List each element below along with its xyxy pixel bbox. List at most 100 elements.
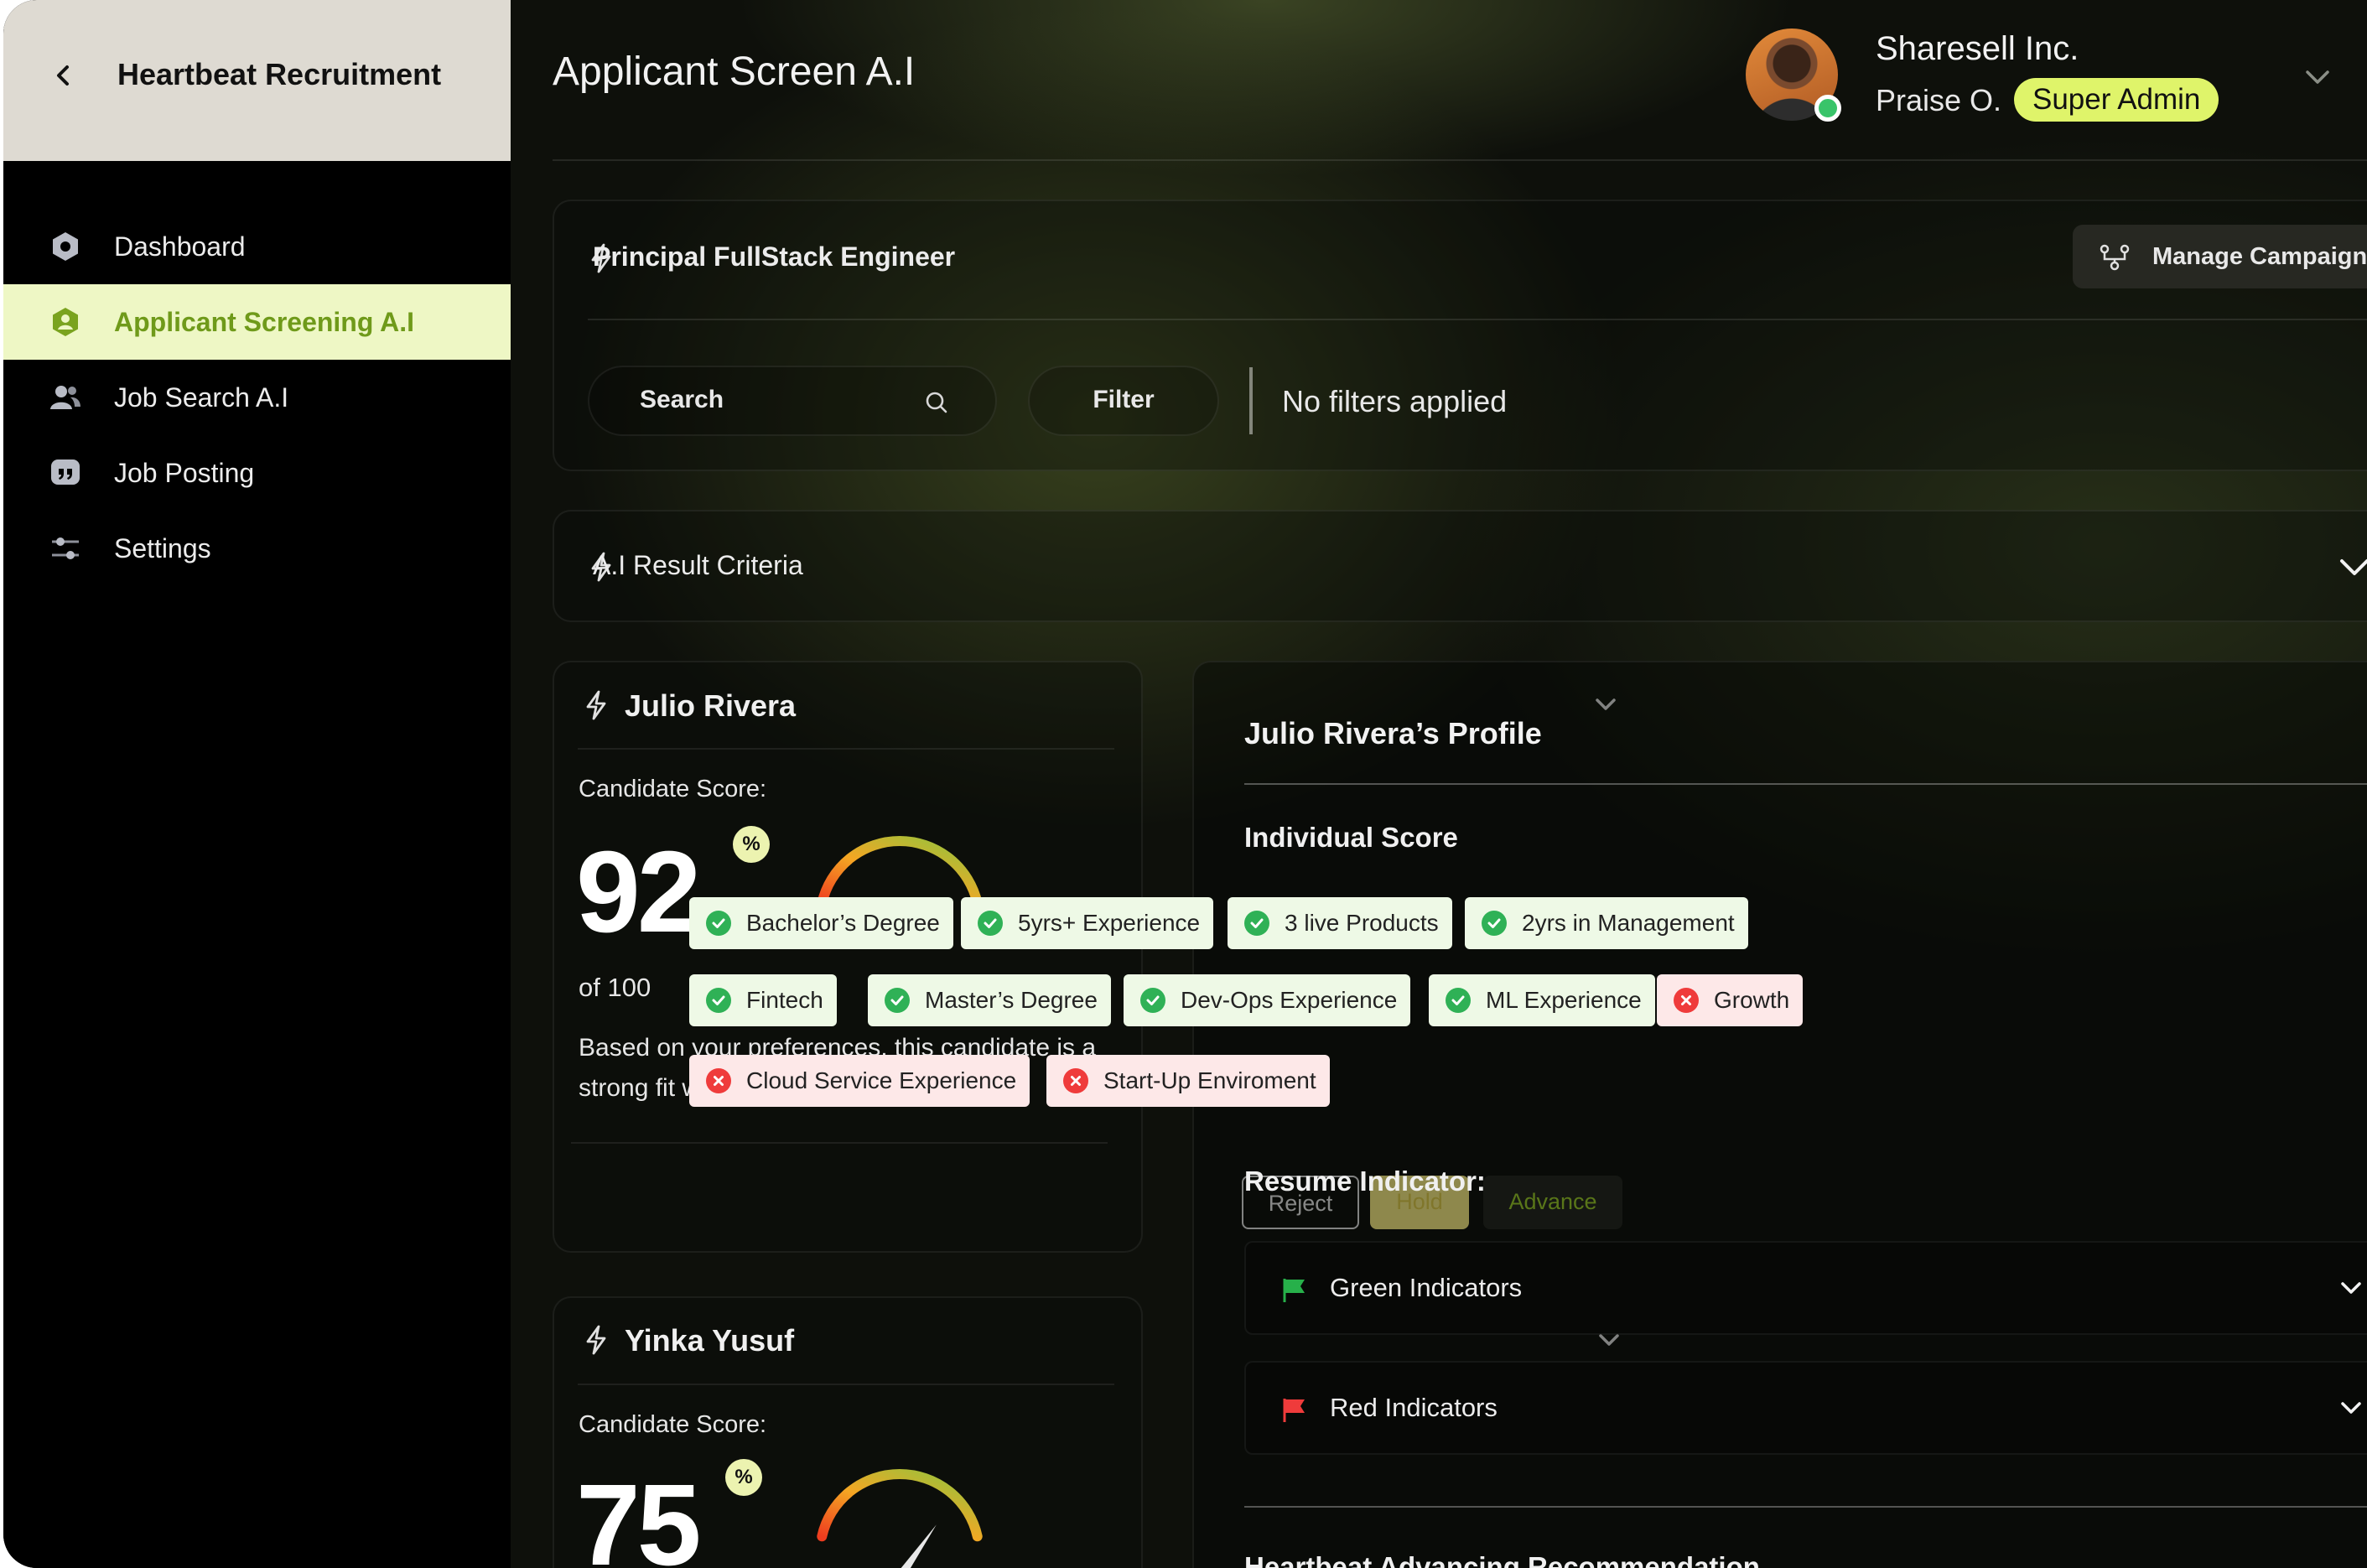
gauge-arc [817, 836, 983, 909]
filter-divider [1249, 367, 1253, 434]
card-divider [578, 748, 1114, 750]
header-divider [553, 159, 2367, 161]
filter-status: No filters applied [1282, 384, 1508, 418]
search-input[interactable]: Search [588, 366, 997, 436]
chevron-down-icon[interactable] [2337, 549, 2367, 584]
x-circle-icon [1063, 1068, 1088, 1093]
check-circle-icon [1482, 911, 1507, 936]
criteria-title: A.I Result Criteria [593, 550, 803, 580]
candidate-name: Yinka Yusuf [625, 1323, 795, 1358]
network-icon [2100, 244, 2130, 271]
score-tag-label: 5yrs+ Experience [1018, 910, 1201, 936]
check-circle-icon [978, 911, 1003, 936]
candidate-name: Julio Rivera [625, 688, 797, 723]
users-icon [50, 386, 80, 409]
red-indicators-accordion[interactable]: Red Indicators [1244, 1361, 2367, 1455]
search-placeholder: Search [640, 386, 724, 413]
sidebar-item-label: Job Posting [114, 457, 255, 488]
sidebar-item-label: Applicant Screening A.I [114, 306, 414, 337]
profile-title: Julio Rivera’s Profile [1244, 716, 1542, 750]
online-status-dot [1814, 95, 1841, 122]
company-name: Sharesell Inc. [1876, 30, 2079, 67]
score-tag: Growth [1657, 974, 1804, 1026]
sidebar-item-dashboard[interactable]: Dashboard [3, 209, 511, 284]
indicator-label: Green Indicators [1330, 1273, 1523, 1302]
check-circle-icon [885, 988, 910, 1013]
green-indicators-accordion[interactable]: Green Indicators [1244, 1241, 2367, 1335]
card-divider [571, 1142, 1108, 1144]
user-shield-icon [53, 308, 78, 336]
green-flag-icon [1283, 1279, 1305, 1302]
job-divider [588, 319, 2367, 320]
score-tag-label: Fintech [746, 987, 823, 1013]
check-circle-icon [706, 988, 731, 1013]
criteria-panel[interactable] [553, 510, 2367, 622]
role-badge: Super Admin [2014, 78, 2219, 122]
x-circle-icon [706, 1068, 731, 1093]
score-tag-label: Cloud Service Experience [746, 1067, 1017, 1093]
sliders-icon [52, 537, 79, 559]
chevron-down-icon [2341, 1282, 2361, 1294]
red-flag-icon [1283, 1399, 1305, 1422]
score-tag-label: Growth [1714, 987, 1790, 1013]
quote-icon [51, 459, 80, 485]
score-tag: Fintech [689, 974, 837, 1026]
search-icon [926, 392, 947, 413]
score-tag: 2yrs in Management [1465, 897, 1748, 949]
job-title: Principal FullStack Engineer [593, 241, 956, 272]
chevron-left-icon[interactable] [47, 59, 80, 92]
recommendation-title: Heartbeat Advancing Recommendation [1244, 1551, 1760, 1568]
app-window: Heartbeat Recruitment Dashboard Applican… [3, 0, 2367, 1568]
sidebar: Heartbeat Recruitment Dashboard Applican… [3, 0, 511, 1568]
score-tag-label: ML Experience [1486, 987, 1642, 1013]
candidate-score: 75 [576, 1461, 701, 1568]
filter-button[interactable]: Filter [1028, 366, 1219, 436]
sidebar-brand: Heartbeat Recruitment [3, 0, 511, 161]
sidebar-item-settings[interactable]: Settings [3, 511, 511, 586]
main-content: Applicant Screen A.I Sharesell Inc. Prai… [511, 0, 2367, 1568]
sidebar-item-job-search[interactable]: Job Search A.I [3, 360, 511, 435]
profile-divider [1244, 1506, 2367, 1508]
score-tag-label: Start-Up Enviroment [1103, 1067, 1316, 1093]
score-label: Candidate Score: [579, 1411, 767, 1438]
check-circle-icon [706, 911, 731, 936]
score-tag-label: 3 live Products [1285, 910, 1439, 936]
score-tag: ML Experience [1429, 974, 1655, 1026]
score-tag-label: Master’s Degree [925, 987, 1098, 1013]
score-gauge [817, 1469, 983, 1568]
gauge-arc [817, 1469, 983, 1542]
score-tag: Master’s Degree [868, 974, 1111, 1026]
check-circle-icon [1140, 988, 1165, 1013]
score-tag-label: Bachelor’s Degree [746, 910, 940, 936]
chevron-down-icon[interactable] [2301, 60, 2334, 94]
sidebar-item-label: Job Search A.I [114, 382, 289, 413]
sidebar-item-job-posting[interactable]: Job Posting [3, 435, 511, 511]
score-tag-label: Dev-Ops Experience [1181, 987, 1398, 1013]
hexagon-icon [53, 232, 78, 261]
user-name: Praise O. [1876, 83, 2002, 117]
sidebar-item-applicant-screening[interactable]: Applicant Screening A.I [3, 284, 511, 360]
check-circle-icon [1244, 911, 1269, 936]
score-tag: Dev-Ops Experience [1124, 974, 1411, 1026]
score-tag: Bachelor’s Degree [689, 897, 953, 949]
percent-badge: % [725, 1459, 762, 1496]
profile-divider [1244, 783, 2367, 785]
candidate-score: 92 [576, 828, 701, 957]
manage-campaign-label: Manage Campaign [2152, 243, 2367, 270]
page-title: Applicant Screen A.I [553, 49, 916, 94]
indicator-label: Red Indicators [1330, 1393, 1498, 1422]
gauge-needle [901, 1524, 937, 1568]
score-tag: Cloud Service Experience [689, 1055, 1030, 1107]
resume-indicator-title: Resume Indicator: [1244, 1166, 1486, 1197]
score-tag: 3 live Products [1228, 897, 1452, 949]
x-circle-icon [1674, 988, 1699, 1013]
manage-campaign-button[interactable]: Manage Campaign [2073, 225, 2367, 288]
filter-label: Filter [1093, 386, 1155, 413]
percent-badge: % [733, 826, 770, 863]
score-label: Candidate Score: [579, 776, 767, 802]
sidebar-item-label: Settings [114, 532, 211, 563]
score-tag: 5yrs+ Experience [961, 897, 1214, 949]
sidebar-item-label: Dashboard [114, 231, 246, 262]
card-divider [578, 1384, 1114, 1385]
score-of: of 100 [579, 973, 651, 1002]
